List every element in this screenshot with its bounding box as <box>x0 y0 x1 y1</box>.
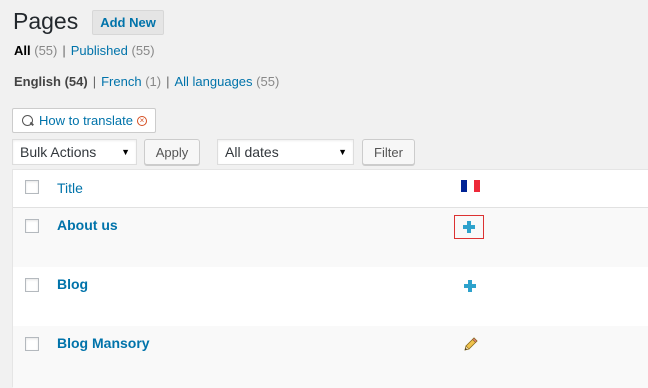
filter-published-link[interactable]: Published (55) <box>71 43 155 58</box>
dropdown-arrow-icon: ▼ <box>121 147 130 157</box>
table-header-row: Title <box>13 170 648 208</box>
filter-french-link[interactable]: French (1) <box>101 74 161 89</box>
select-all-checkbox[interactable] <box>25 180 39 194</box>
how-to-translate-label: How to translate <box>39 113 133 128</box>
bulk-actions-select[interactable]: Bulk Actions ▼ <box>12 139 137 165</box>
bulk-actions-value: Bulk Actions <box>20 144 97 160</box>
dates-select[interactable]: All dates ▼ <box>217 139 354 165</box>
add-translation-plus-icon[interactable] <box>464 280 476 292</box>
row-checkbox[interactable] <box>25 337 39 351</box>
table-row: About us <box>13 208 648 267</box>
separator: | <box>92 74 97 89</box>
separator: | <box>62 43 66 58</box>
title-column-header[interactable]: Title <box>57 180 83 196</box>
how-to-translate-button[interactable]: How to translate × <box>12 108 156 133</box>
page-header: Pages Add New <box>13 8 164 35</box>
table-row: Blog Mansory <box>13 326 648 388</box>
page-title-link[interactable]: Blog Mansory <box>57 335 150 351</box>
dates-value: All dates <box>225 144 279 160</box>
add-translation-button[interactable] <box>454 215 484 239</box>
filter-button[interactable]: Filter <box>362 139 415 165</box>
add-new-button[interactable]: Add New <box>92 10 164 35</box>
status-filter-links: All (55) | Published (55) <box>14 43 155 58</box>
filter-all-link[interactable]: All (55) <box>14 43 57 58</box>
language-filter-links: English (54) | French (1) | All languages (5… <box>14 74 279 89</box>
question-icon <box>22 114 34 127</box>
row-checkbox[interactable] <box>25 278 39 292</box>
filter-english-link[interactable]: English (54) <box>14 74 88 89</box>
french-flag-icon <box>461 180 480 192</box>
table-nav: Bulk Actions ▼ Apply All dates ▼ Filter <box>12 139 415 165</box>
pages-table: Title About us Blog Blog Mansory <box>12 169 648 388</box>
row-checkbox[interactable] <box>25 219 39 233</box>
dropdown-arrow-icon: ▼ <box>338 147 347 157</box>
page-title-link[interactable]: About us <box>57 217 118 233</box>
plus-icon <box>463 221 475 233</box>
apply-button[interactable]: Apply <box>144 139 200 165</box>
page-title-link[interactable]: Blog <box>57 276 88 292</box>
filter-all-languages-link[interactable]: All languages (55) <box>174 74 279 89</box>
table-row: Blog <box>13 267 648 326</box>
separator: | <box>166 74 170 89</box>
edit-translation-pencil-icon[interactable] <box>463 336 479 352</box>
close-icon[interactable]: × <box>136 115 147 126</box>
page-title: Pages <box>13 8 79 34</box>
